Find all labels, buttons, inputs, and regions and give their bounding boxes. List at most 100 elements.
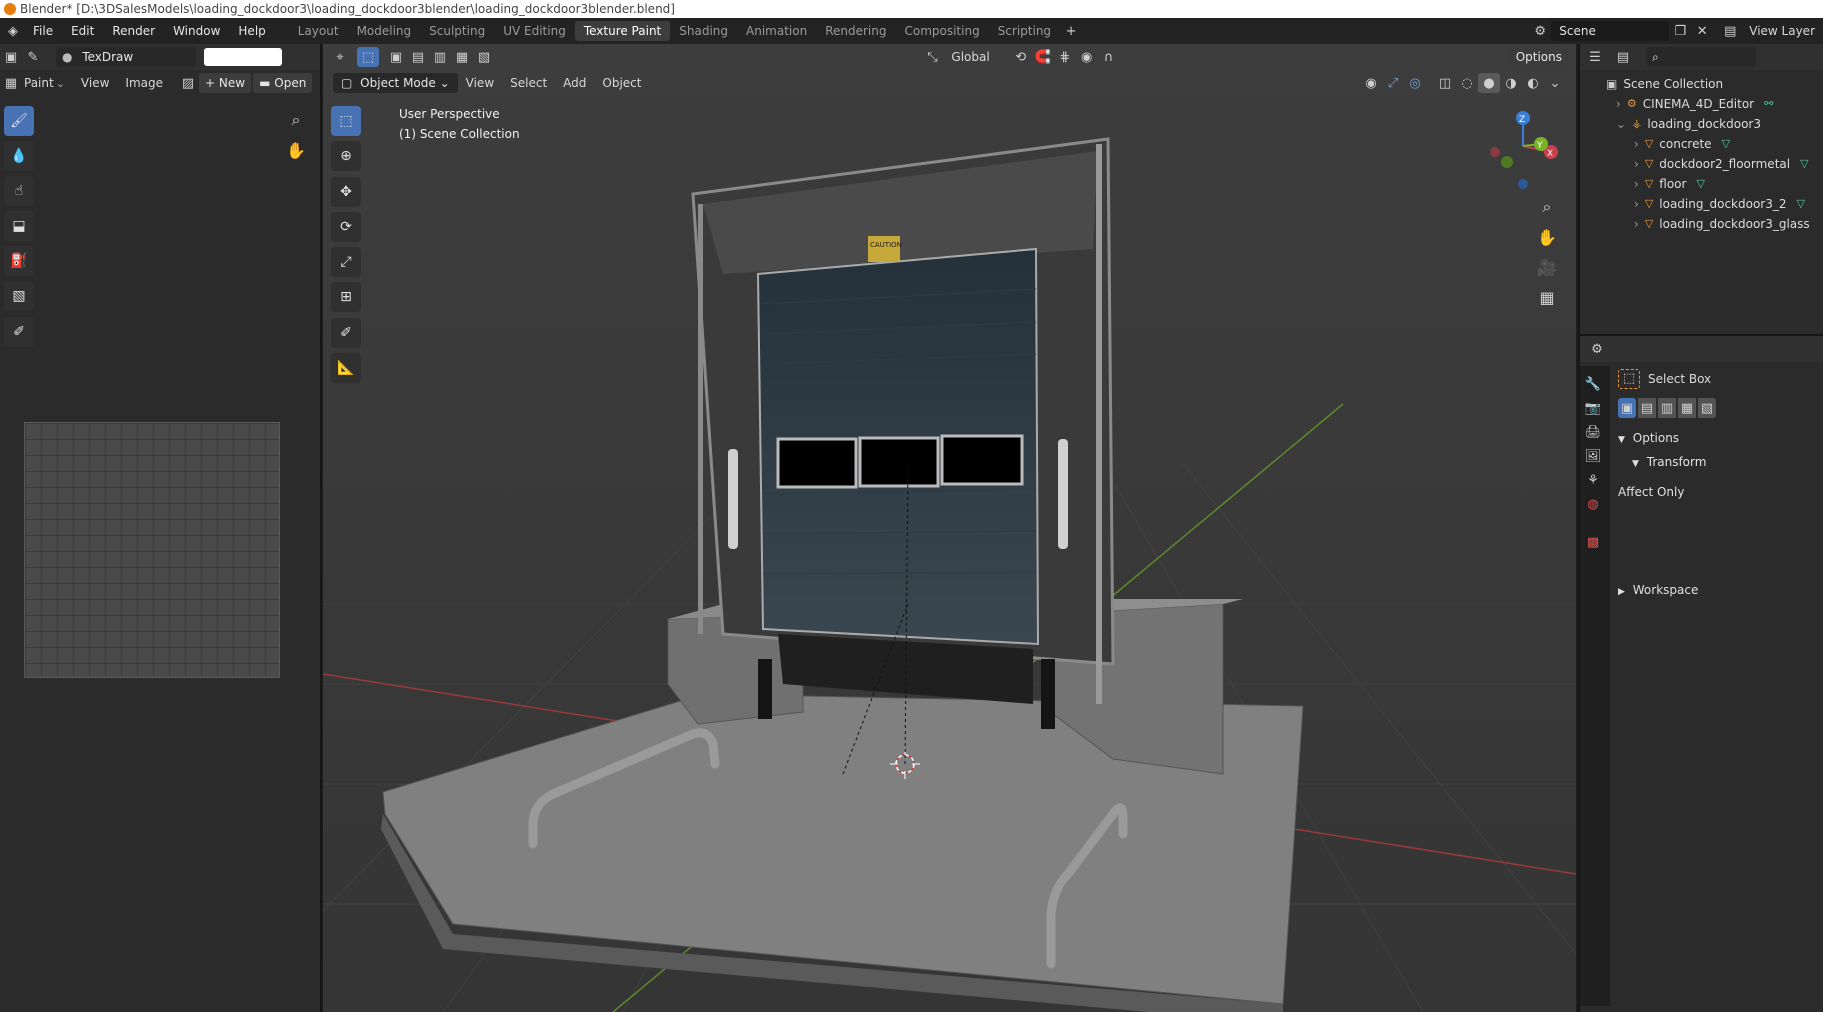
paint-brush-icon[interactable]: ✎ bbox=[22, 47, 44, 67]
select-subtract-icon[interactable]: ▥ bbox=[429, 47, 451, 67]
render-tab-icon[interactable]: 📷 bbox=[1580, 396, 1606, 420]
shading-options-icon[interactable]: ⌄ bbox=[1544, 73, 1566, 93]
paint-mode-menu[interactable]: Paint bbox=[22, 76, 56, 90]
viewport-editor-type-icon[interactable]: ⌖ bbox=[329, 47, 351, 67]
snap-target-icon[interactable]: ⋕ bbox=[1054, 47, 1076, 67]
zoom-icon[interactable]: ⌕ bbox=[285, 110, 307, 130]
new-image-button[interactable]: + New bbox=[199, 73, 252, 93]
menu-view[interactable]: View bbox=[73, 76, 117, 90]
open-image-button[interactable]: ▬ Open bbox=[253, 73, 313, 93]
orientation-dropdown[interactable]: Global bbox=[943, 50, 997, 64]
measure-tool-icon[interactable]: 📐 bbox=[331, 353, 361, 383]
mode-intersect-icon[interactable]: ▧ bbox=[1698, 398, 1716, 418]
tab-shading[interactable]: Shading bbox=[670, 21, 737, 41]
tab-animation[interactable]: Animation bbox=[737, 21, 816, 41]
clone-tool-icon[interactable]: ⬓ bbox=[4, 211, 34, 241]
proportional-edit-icon[interactable]: ◉ bbox=[1076, 47, 1098, 67]
view-layer-tab-icon[interactable]: 🖼 bbox=[1580, 444, 1606, 468]
world-tab-icon[interactable]: ◍ bbox=[1580, 492, 1606, 516]
rendered-shading-icon[interactable]: ◐ bbox=[1522, 73, 1544, 93]
outliner-search-input[interactable]: ⌕ bbox=[1646, 47, 1756, 67]
uv-grid-canvas[interactable] bbox=[24, 422, 280, 678]
overlay-toggle-icon[interactable]: ◎ bbox=[1404, 73, 1426, 93]
select-extend-icon[interactable]: ▤ bbox=[407, 47, 429, 67]
draw-tool-icon[interactable]: 🖌 bbox=[4, 106, 34, 136]
tab-uv-editing[interactable]: UV Editing bbox=[494, 21, 575, 41]
mask-tool-icon[interactable]: ▧ bbox=[4, 281, 34, 311]
move-tool-icon[interactable]: ✥ bbox=[331, 177, 361, 207]
outliner-item-concrete[interactable]: › ▽ concrete ▽ bbox=[1606, 134, 1823, 154]
tab-texture-paint[interactable]: Texture Paint bbox=[574, 21, 671, 41]
outliner-root[interactable]: ▣ Scene Collection bbox=[1606, 74, 1823, 94]
tab-scripting[interactable]: Scripting bbox=[989, 21, 1060, 41]
select-intersect-icon[interactable]: ▧ bbox=[473, 47, 495, 67]
menu-help[interactable]: Help bbox=[229, 24, 274, 38]
tab-layout[interactable]: Layout bbox=[289, 21, 348, 41]
tab-modeling[interactable]: Modeling bbox=[348, 21, 421, 41]
texture-tab-icon[interactable]: ▩ bbox=[1580, 530, 1606, 554]
tab-sculpting[interactable]: Sculpting bbox=[420, 21, 494, 41]
editor-type-icon[interactable]: ▣ bbox=[0, 47, 22, 67]
outliner-item-floor[interactable]: › ▽ floor ▽ bbox=[1606, 174, 1823, 194]
tab-compositing[interactable]: Compositing bbox=[895, 21, 988, 41]
output-tab-icon[interactable]: 🖨 bbox=[1580, 420, 1606, 444]
outliner-item-cinema4d[interactable]: › ⚙ CINEMA_4D_Editor ⚯ bbox=[1606, 94, 1823, 114]
pan-hand-icon[interactable]: ✋ bbox=[285, 140, 307, 160]
image-browse-icon[interactable]: ▨ bbox=[177, 73, 199, 93]
annotate-tool-icon[interactable]: ✐ bbox=[4, 317, 34, 347]
visibility-icon[interactable]: ◉ bbox=[1360, 73, 1382, 93]
transform-subpanel-header[interactable]: ▼ Transform bbox=[1618, 450, 1823, 474]
scene-tab-icon[interactable]: ⚘ bbox=[1580, 468, 1606, 492]
blender-menu-icon[interactable]: ◈ bbox=[2, 21, 24, 41]
properties-editor-type-icon[interactable]: ⚙ bbox=[1586, 339, 1608, 359]
navigation-gizmo[interactable]: Z X Y bbox=[1483, 106, 1563, 196]
solid-shading-icon[interactable]: ● bbox=[1478, 73, 1500, 93]
viewport-menu-select[interactable]: Select bbox=[502, 76, 555, 90]
menu-image[interactable]: Image bbox=[117, 76, 171, 90]
add-workspace-icon[interactable]: + bbox=[1060, 21, 1082, 41]
material-shading-icon[interactable]: ◑ bbox=[1500, 73, 1522, 93]
workspace-panel-header[interactable]: ▶ Workspace bbox=[1618, 578, 1823, 602]
viewport-menu-object[interactable]: Object bbox=[594, 76, 649, 90]
menu-file[interactable]: File bbox=[24, 24, 62, 38]
display-mode-icon[interactable]: ▤ bbox=[1612, 47, 1634, 67]
new-scene-icon[interactable]: ❐ bbox=[1669, 21, 1691, 41]
outliner-item-glass[interactable]: › ▽ loading_dockdoor3_glass bbox=[1606, 214, 1823, 234]
brush-color-swatch[interactable] bbox=[204, 48, 282, 66]
options-panel-header[interactable]: ▼ Options bbox=[1618, 426, 1823, 450]
camera-view-icon[interactable]: 🎥 bbox=[1536, 252, 1558, 282]
mode-extend-icon[interactable]: ▤ bbox=[1638, 398, 1656, 418]
menu-edit[interactable]: Edit bbox=[62, 24, 103, 38]
object-mode-dropdown[interactable]: ▢ Object Mode ⌄ bbox=[333, 73, 458, 93]
zoom-view-icon[interactable]: ⌕ bbox=[1536, 192, 1558, 222]
select-box-mode-icon[interactable]: ⬚ bbox=[357, 47, 379, 67]
view-layer-name[interactable]: View Layer bbox=[1741, 24, 1823, 38]
transform-tool-icon[interactable]: ⊞ bbox=[331, 282, 361, 312]
smear-tool-icon[interactable]: ☝ bbox=[4, 176, 34, 206]
delete-scene-icon[interactable]: ✕ bbox=[1691, 21, 1713, 41]
menu-render[interactable]: Render bbox=[103, 24, 164, 38]
perspective-toggle-icon[interactable]: ▦ bbox=[1536, 282, 1558, 312]
cursor-tool-icon[interactable]: ⊕ bbox=[331, 141, 361, 171]
viewport-menu-view[interactable]: View bbox=[458, 76, 502, 90]
tool-tab-icon[interactable]: 🔧 bbox=[1580, 372, 1606, 396]
select-invert-icon[interactable]: ▦ bbox=[451, 47, 473, 67]
view-layer-icon[interactable]: ▤ bbox=[1719, 21, 1741, 41]
wireframe-shading-icon[interactable]: ◌ bbox=[1456, 73, 1478, 93]
outliner-editor-type-icon[interactable]: ☰ bbox=[1584, 47, 1606, 67]
menu-window[interactable]: Window bbox=[164, 24, 229, 38]
brush-selector[interactable]: ● TexDraw bbox=[56, 47, 196, 67]
mode-difference-icon[interactable]: ▦ bbox=[1678, 398, 1696, 418]
viewport-menu-add[interactable]: Add bbox=[555, 76, 594, 90]
fill-tool-icon[interactable]: ⛽ bbox=[4, 246, 34, 276]
xray-icon[interactable]: ◫ bbox=[1434, 73, 1456, 93]
scale-tool-icon[interactable]: ⤢ bbox=[331, 247, 361, 277]
scene-selector-icon[interactable]: ⚙ bbox=[1529, 21, 1551, 41]
select-new-icon[interactable]: ▣ bbox=[385, 47, 407, 67]
outliner-item-dockdoor3-2[interactable]: › ▽ loading_dockdoor3_2 ▽ bbox=[1606, 194, 1823, 214]
falloff-icon[interactable]: ∩ bbox=[1098, 47, 1120, 67]
mode-subtract-icon[interactable]: ▥ bbox=[1658, 398, 1676, 418]
annotate-viewport-tool-icon[interactable]: ✐ bbox=[331, 318, 361, 348]
tab-rendering[interactable]: Rendering bbox=[816, 21, 895, 41]
viewport-3d[interactable]: CAUTION ⌖ ⬚ ▣ ▤ ▥ ▦ ▧ ⤡ Global ⟲ 🧲 ⋕ ◉ ∩… bbox=[323, 44, 1576, 1012]
